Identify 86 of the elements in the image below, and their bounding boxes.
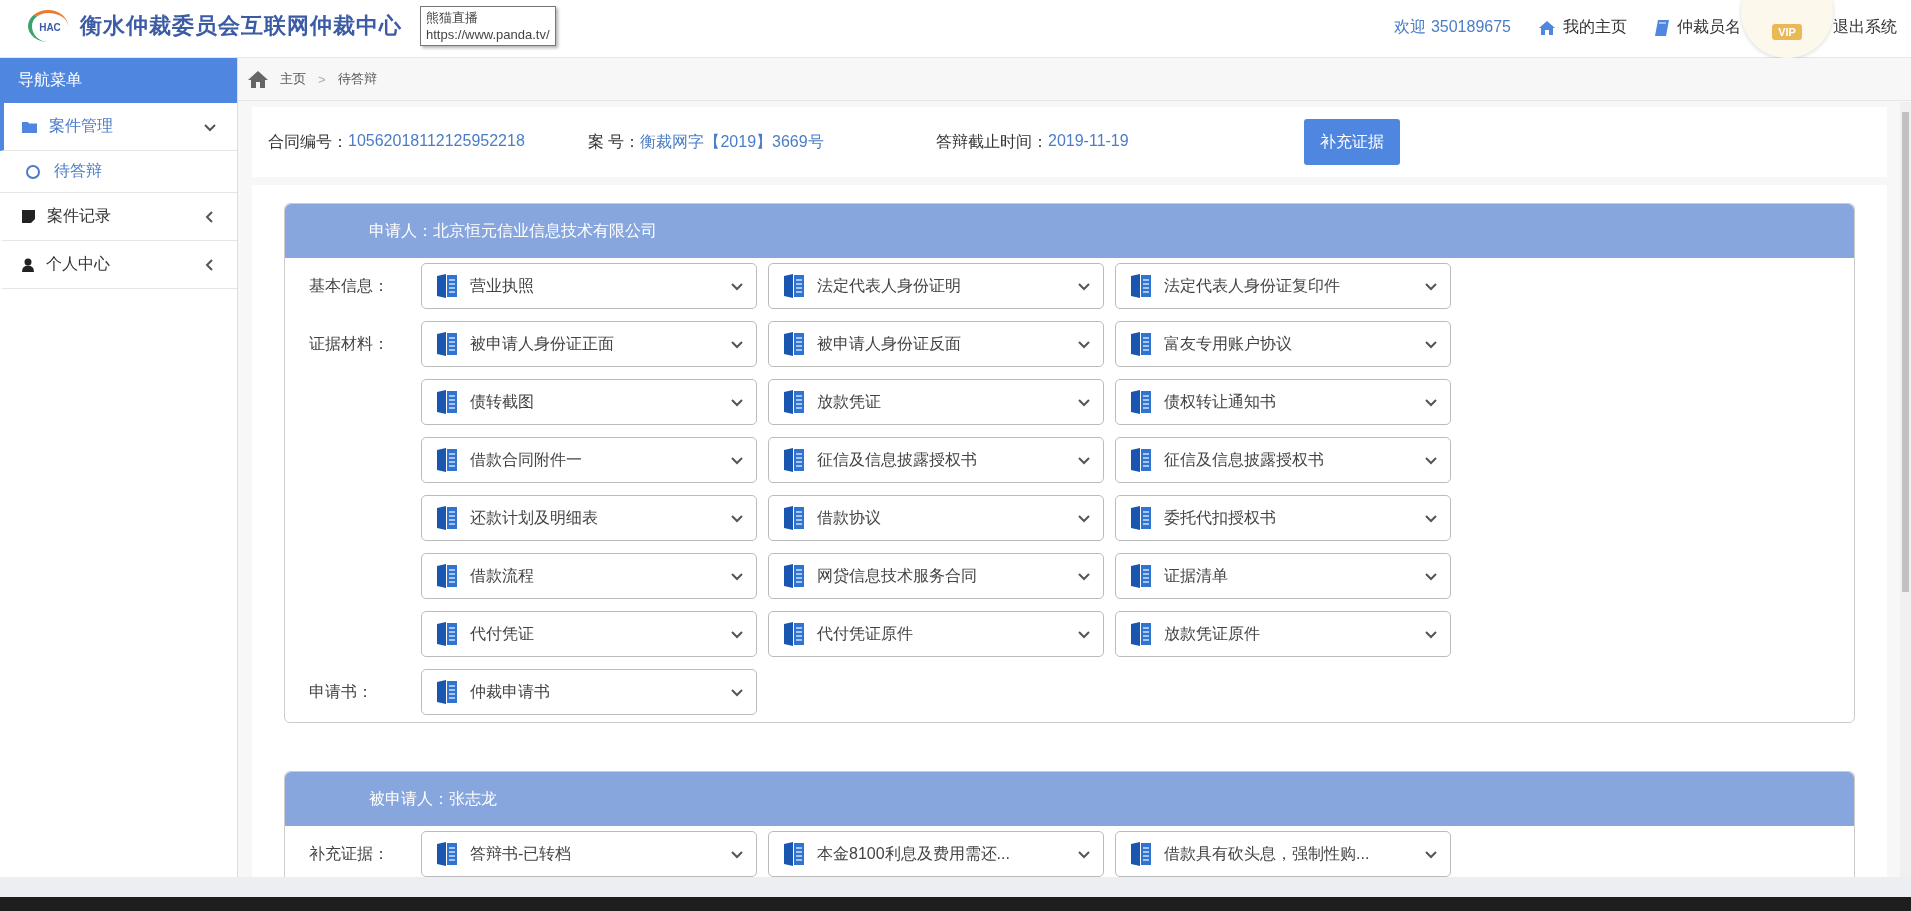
scrollbar-thumb[interactable] xyxy=(1902,112,1909,592)
add-evidence-button[interactable]: 补充证据 xyxy=(1304,119,1400,165)
document-icon xyxy=(436,621,458,647)
file-dropdown[interactable]: 征信及信息披露授权书 xyxy=(768,437,1104,483)
document-icon xyxy=(1130,563,1152,589)
document-icon xyxy=(436,389,458,415)
document-icon xyxy=(1130,505,1152,531)
document-icon xyxy=(783,273,805,299)
document-icon xyxy=(436,331,458,357)
document-icon xyxy=(436,679,458,705)
book-icon xyxy=(1655,19,1669,36)
file-dropdown[interactable]: 网贷信息技术服务合同 xyxy=(768,553,1104,599)
welcome-text: 欢迎 350189675 xyxy=(1394,17,1511,37)
home-icon xyxy=(1539,20,1555,35)
document-icon xyxy=(436,563,458,589)
file-dropdown[interactable]: 债转截图 xyxy=(421,379,757,425)
document-icon xyxy=(783,621,805,647)
field-label: 案 号： xyxy=(588,131,641,152)
document-icon xyxy=(783,841,805,867)
nav-link[interactable]: 退出系统 xyxy=(1833,0,1897,38)
folder-icon xyxy=(22,120,37,133)
tooltip: 熊猫直播 https://www.panda.tv/ xyxy=(420,6,556,46)
document-icon xyxy=(783,389,805,415)
file-dropdown[interactable]: 借款流程 xyxy=(421,553,757,599)
file-dropdown[interactable]: 法定代表人身份证复印件 xyxy=(1115,263,1451,309)
document-icon xyxy=(1130,273,1152,299)
document-icon xyxy=(783,563,805,589)
site-title: 衡水仲裁委员会互联网仲裁中心 xyxy=(80,12,402,40)
scrollbar[interactable] xyxy=(1900,102,1911,877)
panel-header: 申请人：北京恒元信业信息技术有限公司 xyxy=(285,204,1854,258)
field-value: 10562018112125952218 xyxy=(348,131,525,151)
file-dropdown[interactable]: 本金8100利息及费用需还... xyxy=(768,831,1104,877)
sidebar-item[interactable]: 个人中心 xyxy=(0,241,237,289)
file-dropdown[interactable]: 被申请人身份证正面 xyxy=(421,321,757,367)
file-dropdown[interactable]: 借款合同附件一 xyxy=(421,437,757,483)
document-icon xyxy=(783,447,805,473)
document-icon xyxy=(1130,447,1152,473)
note-icon xyxy=(22,210,35,223)
document-icon xyxy=(783,505,805,531)
file-dropdown[interactable]: 营业执照 xyxy=(421,263,757,309)
logo: HAC xyxy=(28,10,68,42)
document-icon xyxy=(436,447,458,473)
file-dropdown[interactable]: 证据清单 xyxy=(1115,553,1451,599)
sidebar-item[interactable]: 案件记录 xyxy=(0,193,237,241)
file-dropdown[interactable]: 被申请人身份证反面 xyxy=(768,321,1104,367)
document-icon xyxy=(1130,389,1152,415)
file-dropdown[interactable]: 债权转让通知书 xyxy=(1115,379,1451,425)
nav-link[interactable]: 我的主页 xyxy=(1539,0,1627,38)
file-dropdown[interactable]: 委托代扣授权书 xyxy=(1115,495,1451,541)
file-dropdown[interactable]: 借款具有砍头息，强制性购... xyxy=(1115,831,1451,877)
document-icon xyxy=(1130,331,1152,357)
file-dropdown[interactable]: 仲裁申请书 xyxy=(421,669,757,715)
document-icon xyxy=(783,331,805,357)
field-label: 合同编号： xyxy=(268,131,348,152)
file-dropdown[interactable]: 富友专用账户协议 xyxy=(1115,321,1451,367)
panel-header: 被申请人：张志龙 xyxy=(285,772,1854,826)
breadcrumb-link[interactable]: 主页 xyxy=(280,70,306,88)
file-dropdown[interactable]: 征信及信息披露授权书 xyxy=(1115,437,1451,483)
file-dropdown[interactable]: 放款凭证 xyxy=(768,379,1104,425)
file-dropdown[interactable]: 代付凭证 xyxy=(421,611,757,657)
file-dropdown[interactable]: 代付凭证原件 xyxy=(768,611,1104,657)
document-icon xyxy=(436,841,458,867)
sidebar-subitem[interactable]: 待答辩 xyxy=(0,151,237,193)
group-label: 证据材料： xyxy=(309,334,390,354)
sidebar-title: 导航菜单 xyxy=(0,58,237,103)
field-label: 答辩截止时间： xyxy=(936,131,1048,152)
horizontal-scrollbar[interactable] xyxy=(0,877,1911,897)
file-dropdown[interactable]: 答辩书-已转档 xyxy=(421,831,757,877)
document-icon xyxy=(436,273,458,299)
group-label: 基本信息： xyxy=(309,276,390,296)
file-dropdown[interactable]: 法定代表人身份证明 xyxy=(768,263,1104,309)
document-icon xyxy=(1130,841,1152,867)
breadcrumb-current: 待答辩 xyxy=(337,70,377,88)
file-dropdown[interactable]: 还款计划及明细表 xyxy=(421,495,757,541)
group-label: 补充证据： xyxy=(309,844,390,864)
breadcrumb-separator: > xyxy=(318,71,326,87)
group-label: 申请书： xyxy=(309,682,374,702)
file-dropdown[interactable]: 借款协议 xyxy=(768,495,1104,541)
file-dropdown[interactable]: 放款凭证原件 xyxy=(1115,611,1451,657)
document-icon xyxy=(1130,621,1152,647)
user-icon xyxy=(22,257,34,272)
document-icon xyxy=(436,505,458,531)
nav-link[interactable]: 仲裁员名 xyxy=(1655,0,1741,38)
field-value: 2019-11-19 xyxy=(1048,131,1129,151)
home-icon[interactable] xyxy=(248,70,268,88)
field-value: 衡裁网字【2019】3669号 xyxy=(640,131,824,152)
